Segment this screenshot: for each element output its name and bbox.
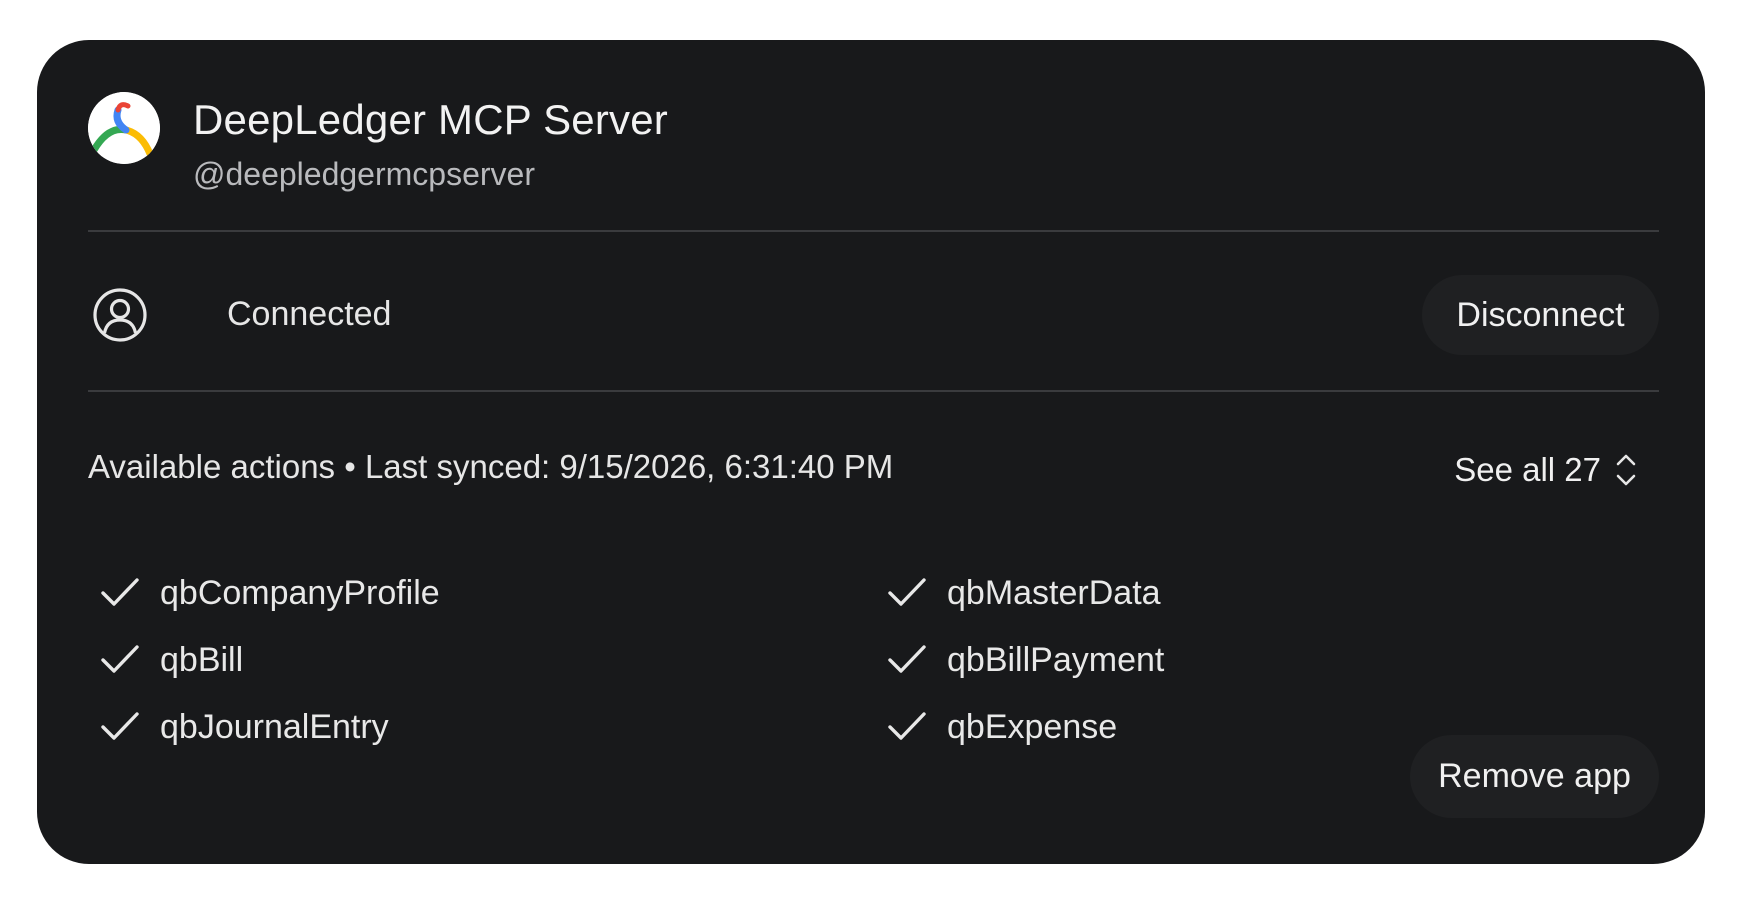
- action-label: qbCompanyProfile: [160, 574, 440, 612]
- action-label: qbBill: [160, 641, 244, 679]
- app-header: DeepLedger MCP Server @deepledgermcpserv…: [88, 92, 1659, 192]
- check-icon: [101, 578, 139, 606]
- see-all-button[interactable]: See all 27: [1454, 440, 1659, 500]
- action-label: qbJournalEntry: [160, 708, 389, 746]
- check-icon: [101, 712, 139, 740]
- person-circle-icon: [93, 288, 147, 342]
- app-settings-card: DeepLedger MCP Server @deepledgermcpserv…: [37, 40, 1705, 864]
- disconnect-button[interactable]: Disconnect: [1422, 275, 1659, 355]
- connection-row: Connected Disconnect: [88, 265, 1659, 365]
- check-icon: [888, 645, 926, 673]
- actions-header: Available actions • Last synced: 9/15/20…: [88, 440, 1659, 500]
- action-item: qbJournalEntry: [92, 694, 879, 761]
- action-label: qbBillPayment: [947, 641, 1165, 679]
- deepledger-logo-icon: [88, 92, 160, 164]
- connection-status: Connected: [227, 295, 392, 333]
- action-item: qbMasterData: [879, 560, 1666, 627]
- see-all-label: See all 27: [1454, 451, 1601, 488]
- check-icon: [888, 578, 926, 606]
- connection-divider: [88, 390, 1659, 392]
- app-handle: @deepledgermcpserver: [193, 156, 535, 192]
- remove-app-button[interactable]: Remove app: [1410, 735, 1659, 818]
- action-item: qbCompanyProfile: [92, 560, 879, 627]
- actions-sync-label: Available actions • Last synced: 9/15/20…: [88, 448, 894, 485]
- check-icon: [888, 712, 926, 740]
- action-item: qbBillPayment: [879, 627, 1666, 694]
- actions-list: qbCompanyProfile qbMasterData qbBill qbB…: [92, 560, 1652, 761]
- expand-updown-icon: [1616, 454, 1636, 486]
- header-divider: [88, 230, 1659, 232]
- action-label: qbExpense: [947, 708, 1118, 746]
- action-label: qbMasterData: [947, 574, 1161, 612]
- check-icon: [101, 645, 139, 673]
- app-title: DeepLedger MCP Server: [193, 96, 668, 143]
- action-item: qbBill: [92, 627, 879, 694]
